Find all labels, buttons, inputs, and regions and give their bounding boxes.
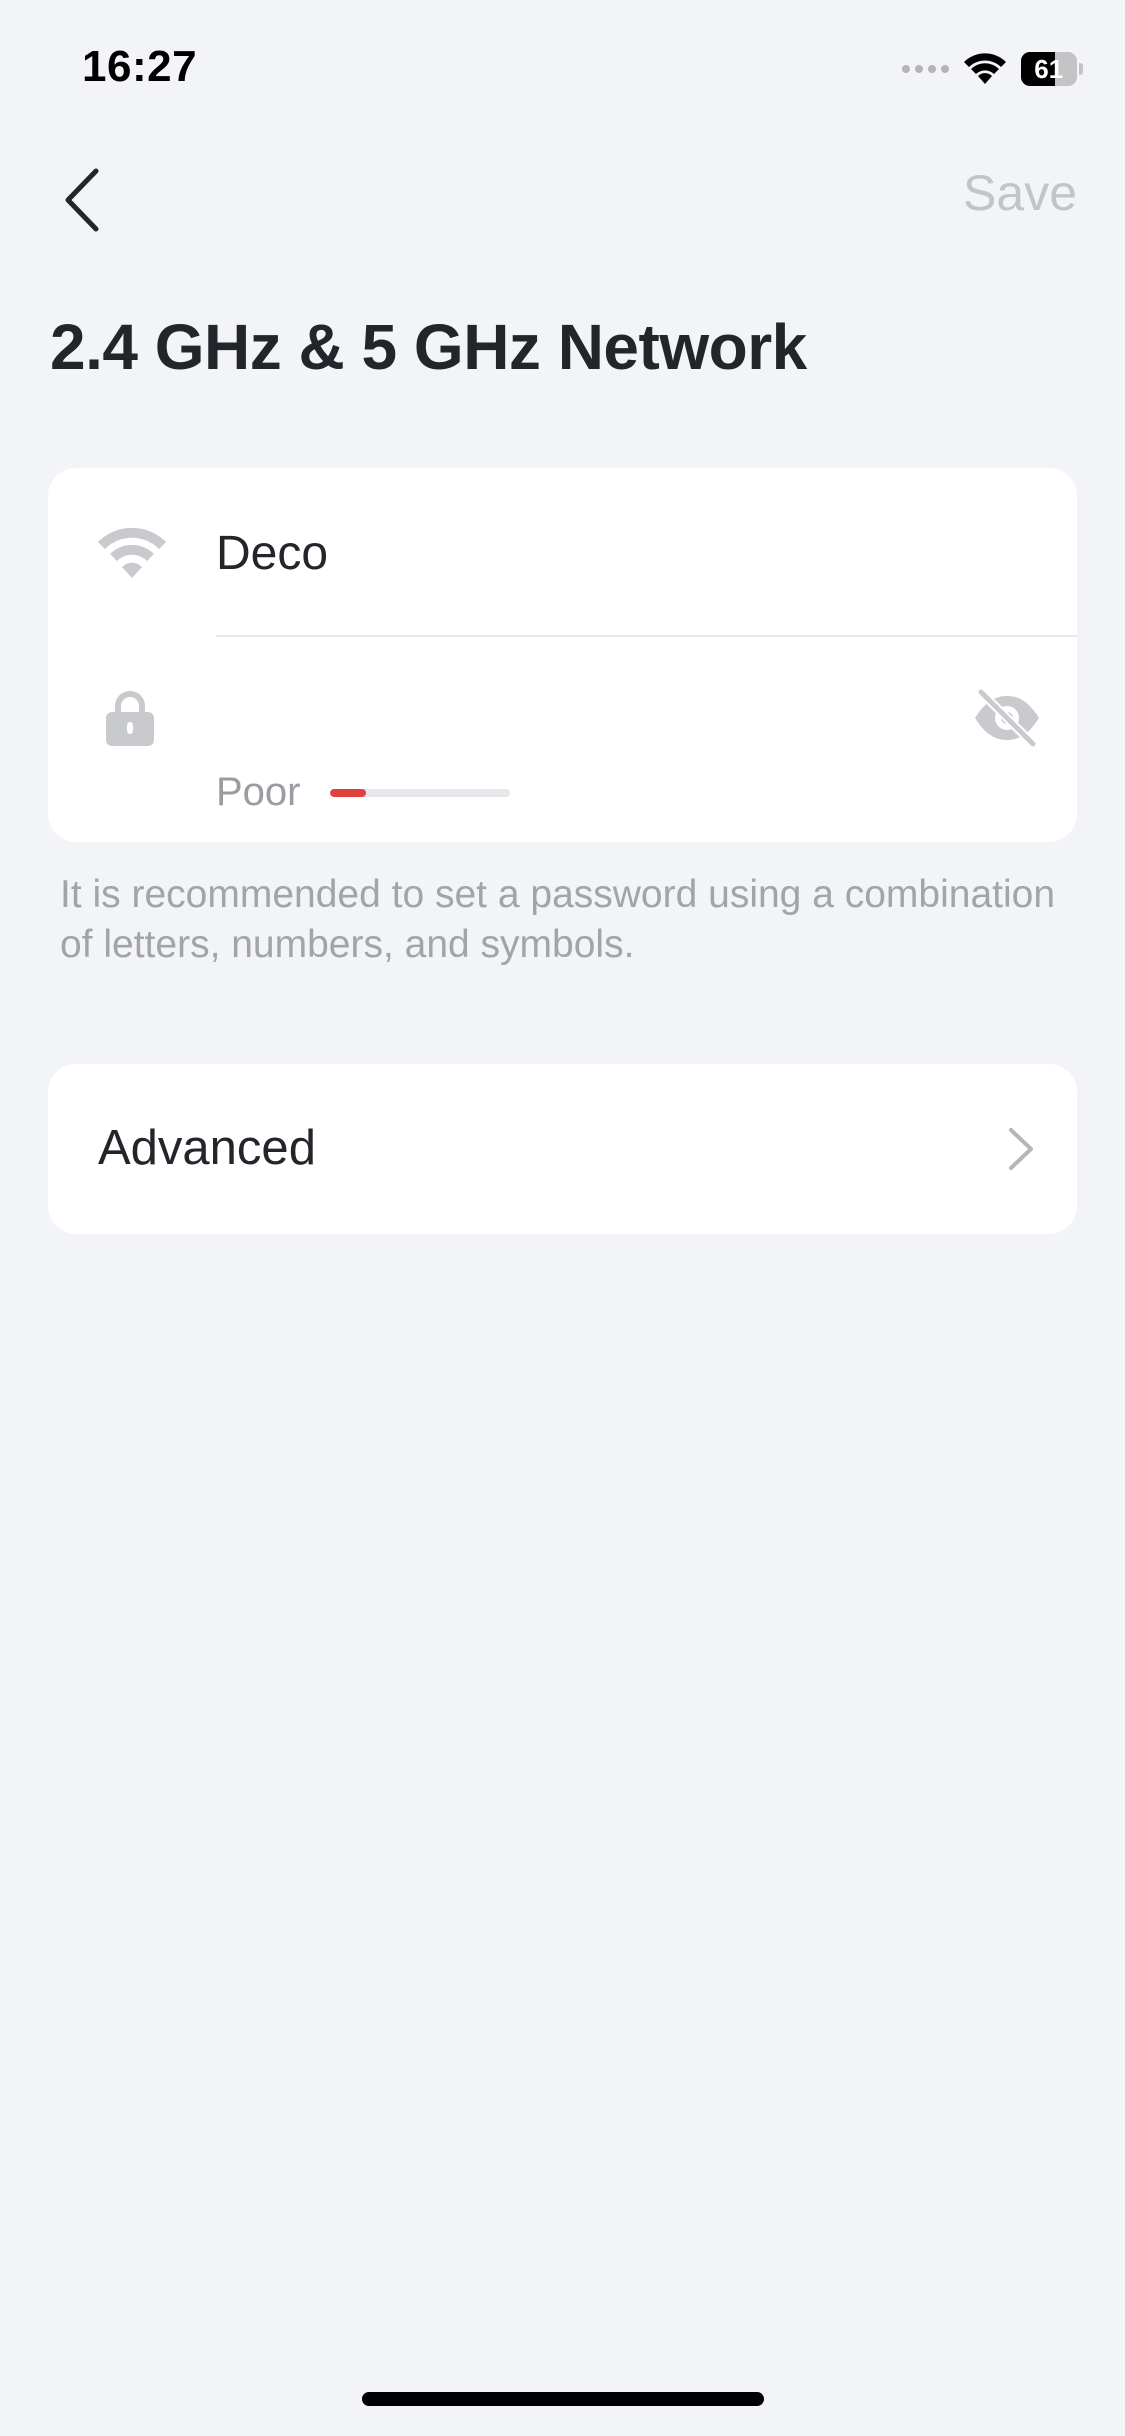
- password-visibility-toggle[interactable]: [971, 687, 1043, 749]
- lock-icon: [106, 691, 154, 746]
- ssid-row: [48, 468, 1077, 637]
- password-strength-bar: [330, 789, 510, 797]
- status-time: 16:27: [82, 42, 198, 91]
- network-settings-card: Poor: [48, 468, 1077, 842]
- status-bar: 16:27 61: [0, 0, 1125, 130]
- chevron-left-icon: [65, 168, 99, 232]
- password-strength-fill: [330, 789, 366, 797]
- password-strength-label: Poor: [216, 770, 301, 814]
- advanced-settings-row[interactable]: Advanced: [48, 1064, 1077, 1234]
- wifi-status-icon: [964, 53, 1006, 84]
- battery-icon: 61: [1021, 52, 1083, 86]
- save-button[interactable]: Save: [963, 164, 1077, 222]
- password-input[interactable]: [216, 678, 976, 748]
- cellular-signal-icon: [902, 65, 949, 73]
- password-hint: It is recommended to set a password usin…: [60, 873, 1056, 966]
- eye-off-icon: [975, 687, 1039, 749]
- chevron-right-icon: [1009, 1128, 1033, 1170]
- advanced-label: Advanced: [98, 1121, 316, 1175]
- battery-level: 61: [1034, 53, 1064, 84]
- home-indicator[interactable]: [362, 2392, 764, 2406]
- ssid-input[interactable]: [216, 518, 1036, 588]
- back-button[interactable]: [52, 160, 112, 240]
- status-indicators: 61: [902, 48, 1083, 90]
- page-title: 2.4 GHz & 5 GHz Network: [50, 311, 807, 383]
- divider: [216, 635, 1077, 637]
- wifi-icon: [98, 527, 166, 578]
